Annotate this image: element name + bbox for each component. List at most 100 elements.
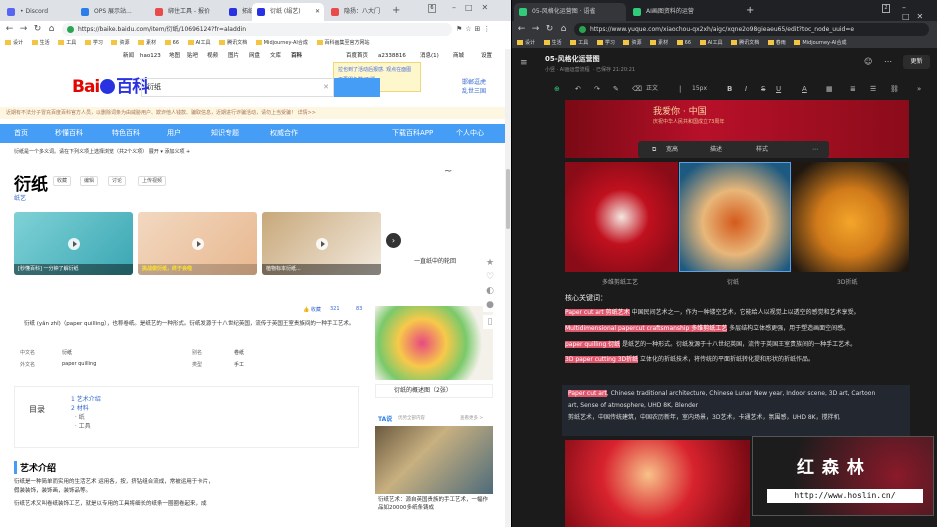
bookmark-item[interactable]: Midjourney-AI合成 — [255, 38, 308, 48]
tab-ops[interactable]: OPS 展示站... — [76, 3, 148, 21]
quilling-fox-image-selected[interactable] — [679, 162, 791, 272]
baidu-baike-logo[interactable]: Bai 百科 — [72, 72, 149, 97]
clear-icon[interactable]: ✕ — [323, 79, 329, 96]
redo-icon[interactable]: ↷ — [594, 79, 600, 99]
search-input[interactable]: 衍纸 ✕ — [141, 78, 334, 97]
nav-partners-tab[interactable]: 权威合作 — [270, 124, 298, 143]
bookmark-item[interactable]: 设计 — [5, 38, 23, 48]
italic-icon[interactable]: I — [745, 79, 747, 99]
user-icon[interactable]: ☺ — [864, 57, 872, 66]
new-tab-button[interactable]: + — [392, 5, 400, 16]
play-icon[interactable] — [191, 237, 204, 250]
nav-user-tab[interactable]: 用户 — [167, 124, 181, 143]
bookmark-item[interactable]: 66 — [164, 38, 179, 48]
phone-icon[interactable]: ▯ — [483, 315, 497, 329]
wechat-icon[interactable]: ● — [483, 298, 497, 312]
carousel-next-icon[interactable]: › — [386, 233, 401, 248]
url-field[interactable]: https://www.yuque.com/xiaochou-qx2xh/aig… — [574, 23, 929, 36]
discuss-button[interactable]: 讨论 — [108, 176, 127, 186]
tab-discord[interactable]: • Discord — [2, 3, 74, 21]
bold-icon[interactable]: B — [727, 79, 732, 99]
more-icon[interactable]: ⋯ — [884, 57, 892, 66]
clear-format-icon[interactable]: ⌫ — [632, 79, 642, 99]
tab-yanzhi-active[interactable]: 衍纸 (绢艺) ✕ — [252, 3, 324, 21]
nav-video[interactable]: 视频 — [207, 50, 218, 62]
bookmark-item[interactable]: 腾讯文档 — [219, 38, 247, 48]
link-icon[interactable]: ⛓ — [890, 79, 899, 99]
video-thumb-4[interactable]: 一直纸中的轮回 — [408, 212, 493, 275]
bookmark-item[interactable]: 百科画集至官方网站 — [316, 38, 370, 48]
nav-miaodong-tab[interactable]: 秒懂百科 — [55, 124, 83, 143]
tab-ai-doc[interactable]: AI画图资料的运营 — [628, 3, 738, 21]
nav-mall[interactable]: 商城 — [453, 50, 464, 62]
tab-other[interactable]: 隐扬：八大门 — [326, 3, 386, 21]
align-icon[interactable]: ≣ — [850, 79, 856, 99]
list-icon[interactable]: ☰ — [870, 79, 876, 99]
bookmark-item[interactable]: 学习 — [84, 38, 103, 48]
nav-baike[interactable]: 百科 — [291, 50, 302, 62]
video-thumb-2[interactable]: 挑战做衍纸，终于会啦 — [138, 212, 257, 275]
back-icon[interactable]: ← — [515, 23, 528, 36]
window-controls[interactable]: –□✕ — [902, 3, 937, 21]
polysemy-breadcrumb[interactable]: 衍纸是一个多义词。请在下列义项上选择浏览（共2个义项） 展开 ▾ 添加义项 + — [14, 148, 190, 155]
window-controls[interactable]: –□✕ — [452, 3, 497, 12]
bookmark-item[interactable]: 生活 — [31, 38, 50, 48]
nav-featured-tab[interactable]: 特色百科 — [112, 124, 140, 143]
ad-sublink[interactable]: 优势全部内容 — [398, 415, 425, 421]
bookmark-item[interactable]: 工具 — [58, 38, 76, 48]
home-icon[interactable]: ⌂ — [557, 23, 570, 36]
underline-icon[interactable]: U — [776, 79, 781, 99]
reload-icon[interactable]: ↻ — [543, 23, 556, 36]
favorite-button[interactable]: 收藏 — [53, 176, 72, 186]
chat-icon[interactable]: ◐ — [483, 284, 497, 298]
back-icon[interactable]: ← — [3, 23, 16, 36]
home-icon[interactable]: ⌂ — [45, 23, 58, 36]
image-size-button[interactable]: 宽高 — [666, 141, 678, 158]
strike-icon[interactable]: S — [761, 79, 765, 99]
image-desc-button[interactable]: 描述 — [710, 141, 722, 158]
menu-icon[interactable]: ≡ — [520, 58, 528, 68]
bookmark-item[interactable]: 腾讯文档 — [731, 38, 759, 48]
nav-topics-tab[interactable]: 知识专题 — [211, 124, 239, 143]
play-icon[interactable] — [315, 237, 328, 250]
bookmark-item[interactable]: 素材 — [650, 38, 668, 48]
nav-baidu-home[interactable]: 百度首页 — [346, 50, 368, 62]
nav-hao123[interactable]: hao123 — [140, 50, 161, 62]
like-button[interactable]: 👍 收藏 — [303, 306, 321, 313]
nav-wenku[interactable]: 文库 — [270, 50, 281, 62]
new-tab-button[interactable]: + — [746, 5, 754, 16]
nav-tieba[interactable]: 贴吧 — [187, 50, 198, 62]
nav-news[interactable]: 新闻 — [123, 50, 134, 62]
lunar-new-year-image[interactable] — [565, 440, 750, 527]
personal-center-link[interactable]: 个人中心 — [456, 124, 484, 143]
update-button[interactable]: 更新 — [903, 55, 930, 69]
highlight-icon[interactable]: ▦ — [826, 79, 833, 99]
insert-icon[interactable]: ⊕ — [554, 79, 560, 99]
prompt-code-block[interactable]: Paper cut art, Chinese traditional archi… — [562, 385, 910, 436]
forward-icon[interactable]: → — [17, 23, 30, 36]
papercut-image[interactable] — [565, 162, 678, 272]
nav-image[interactable]: 图片 — [228, 50, 239, 62]
format-painter-icon[interactable]: ✎ — [613, 79, 619, 99]
tab-count-icon[interactable]: 2 — [882, 4, 890, 13]
scroll-thumb[interactable] — [506, 169, 510, 229]
upload-video-button[interactable]: 上传视频 — [138, 176, 167, 186]
share-icon[interactable]: ★ — [483, 256, 497, 270]
search-hot-links[interactable]: 邯郸逗虎 乱世三国 — [462, 78, 486, 96]
reload-icon[interactable]: ↻ — [31, 23, 44, 36]
nav-home-tab[interactable]: 首页 — [14, 124, 28, 143]
nav-user[interactable]: a2338816 — [378, 50, 406, 62]
nav-pan[interactable]: 网盘 — [249, 50, 260, 62]
url-field[interactable]: https://baike.baidu.com/item/衍纸/10696124… — [62, 23, 452, 36]
font-color-icon[interactable]: A — [802, 79, 807, 99]
bookmark-item[interactable]: AI工具 — [699, 38, 723, 48]
close-tab-icon[interactable]: ✕ — [315, 3, 320, 21]
heart-icon[interactable]: ♡ — [483, 270, 497, 284]
bookmark-item[interactable]: Midjourney-AI合成 — [794, 38, 847, 48]
bookmark-item[interactable]: 学习 — [596, 38, 615, 48]
search-button[interactable] — [334, 78, 380, 97]
bookmark-item[interactable]: 资源 — [111, 38, 129, 48]
cat-image[interactable] — [375, 426, 493, 494]
crop-icon[interactable]: ⧉ — [652, 141, 656, 158]
toc-list[interactable]: 1 艺术介绍 2 材料 · 纸 · 工具 — [71, 395, 101, 431]
